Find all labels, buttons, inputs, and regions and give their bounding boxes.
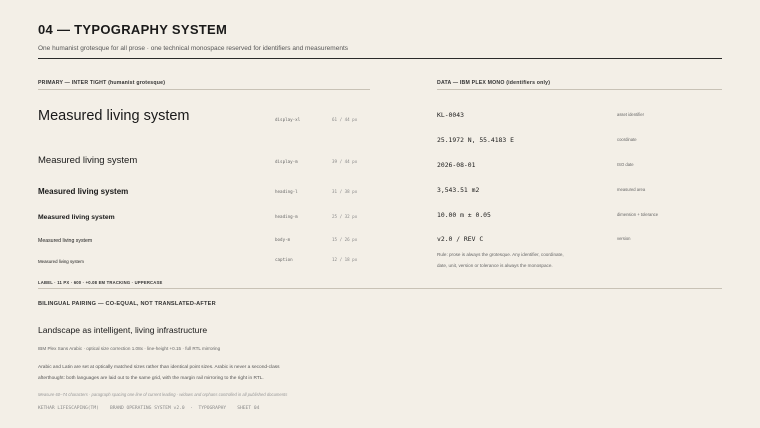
type-row-display-xl: Measured living system display-xl 61 / 4…	[38, 104, 370, 124]
bilingual-body-line2: afterthought: both languages are laid ou…	[38, 376, 264, 381]
type-row-heading-m: Measured living system heading-m 25 / 32…	[38, 208, 370, 221]
data-tag: version	[617, 236, 631, 241]
type-token: display-m	[275, 159, 298, 164]
data-row-dimension: 10.00 m ± 0.05 dimension + tolerance	[437, 205, 722, 219]
type-sample: Measured living system	[38, 214, 115, 221]
data-tag: ISO date	[617, 162, 634, 167]
header-divider	[38, 58, 722, 59]
type-row-caption: Measured living system caption 12 / 18 p…	[38, 253, 370, 264]
data-tag: measured area	[617, 187, 646, 192]
data-section-label: DATA — IBM PLEX MONO (identifiers only)	[437, 80, 551, 86]
type-sample: Measured living system	[38, 238, 93, 244]
type-token: body-m	[275, 237, 291, 242]
type-token: heading-m	[275, 214, 298, 219]
bilingual-meta: IBM Plex Sans Arabic · optical size corr…	[38, 346, 221, 351]
bilingual-section-label: BILINGUAL PAIRING — CO-EQUAL, NOT TRANSL…	[38, 301, 216, 307]
data-row-asset-identifier: KL-0043 asset identifier	[437, 105, 722, 119]
type-sample: Measured living system	[38, 108, 190, 124]
data-row-version: v2.0 / REV C version	[437, 229, 722, 243]
data-value: 2026-08-01	[437, 161, 476, 169]
type-token: heading-l	[275, 189, 298, 194]
data-value: v2.0 / REV C	[437, 235, 484, 243]
type-size: 31 / 38 px	[332, 189, 358, 194]
page-title: 04 — TYPOGRAPHY SYSTEM	[38, 22, 228, 37]
bilingual-note: Measure 60–74 characters · paragraph spa…	[38, 392, 288, 397]
type-size: 12 / 18 px	[332, 257, 358, 262]
data-row-measured-area: 3,543.51 m2 measured area	[437, 180, 722, 194]
type-row-heading-l: Measured living system heading-l 31 / 38…	[38, 182, 370, 196]
footer-brand: KETHAR LIFESCAPING(TM)	[38, 406, 99, 411]
footer-sheet: SHEET 04	[237, 406, 260, 411]
bilingual-divider	[38, 288, 722, 289]
footer-section: TYPOGRAPHY	[198, 406, 227, 411]
type-row-display-m: Measured living system display-m 39 / 44…	[38, 150, 370, 166]
font-rule-note-line2: date, unit, version or tolerance is alwa…	[437, 263, 553, 268]
type-size: 15 / 26 px	[332, 237, 358, 242]
type-sample: Measured living system	[38, 155, 138, 166]
data-row-iso-date: 2026-08-01 ISO date	[437, 155, 722, 169]
font-rule-note-line1: Rule: prose is always the grotesque. Any…	[437, 252, 564, 257]
type-row-body-m: Measured living system body-m 15 / 26 px	[38, 232, 370, 244]
label-spec: LABEL · 11 PX · 600 · +0.08 EM TRACKING …	[38, 280, 163, 285]
type-sample: Measured living system	[38, 259, 84, 264]
footer-system: BRAND OPERATING SYSTEM v2.0	[109, 406, 185, 411]
primary-section-label: PRIMARY — INTER TIGHT (humanist grotesqu…	[38, 80, 166, 86]
data-tag: dimension + tolerance	[617, 212, 659, 217]
bilingual-body-line1: Arabic and Latin are set at optically ma…	[38, 365, 280, 370]
data-value: 3,543.51 m2	[437, 186, 480, 194]
page-subtitle: One humanist grotesque for all prose · o…	[38, 45, 348, 52]
type-sample: Measured living system	[38, 187, 129, 196]
type-size: 25 / 32 px	[332, 214, 358, 219]
data-value: KL-0043	[437, 111, 464, 119]
data-row-coordinate: 25.1972 N, 55.4183 E coordinate	[437, 130, 722, 144]
type-token: display-xl	[275, 117, 301, 122]
bilingual-heading: Landscape as intelligent, living infrast…	[38, 325, 208, 335]
type-size: 61 / 44 px	[332, 117, 358, 122]
data-divider	[437, 89, 722, 90]
footer: KETHAR LIFESCAPING(TM) BRAND OPERATING S…	[38, 406, 260, 411]
data-value: 25.1972 N, 55.4183 E	[437, 136, 514, 144]
primary-divider	[38, 89, 370, 90]
data-value: 10.00 m ± 0.05	[437, 211, 491, 219]
type-token: caption	[275, 257, 293, 262]
type-size: 39 / 44 px	[332, 159, 358, 164]
data-tag: asset identifier	[617, 112, 644, 117]
data-tag: coordinate	[617, 137, 637, 142]
